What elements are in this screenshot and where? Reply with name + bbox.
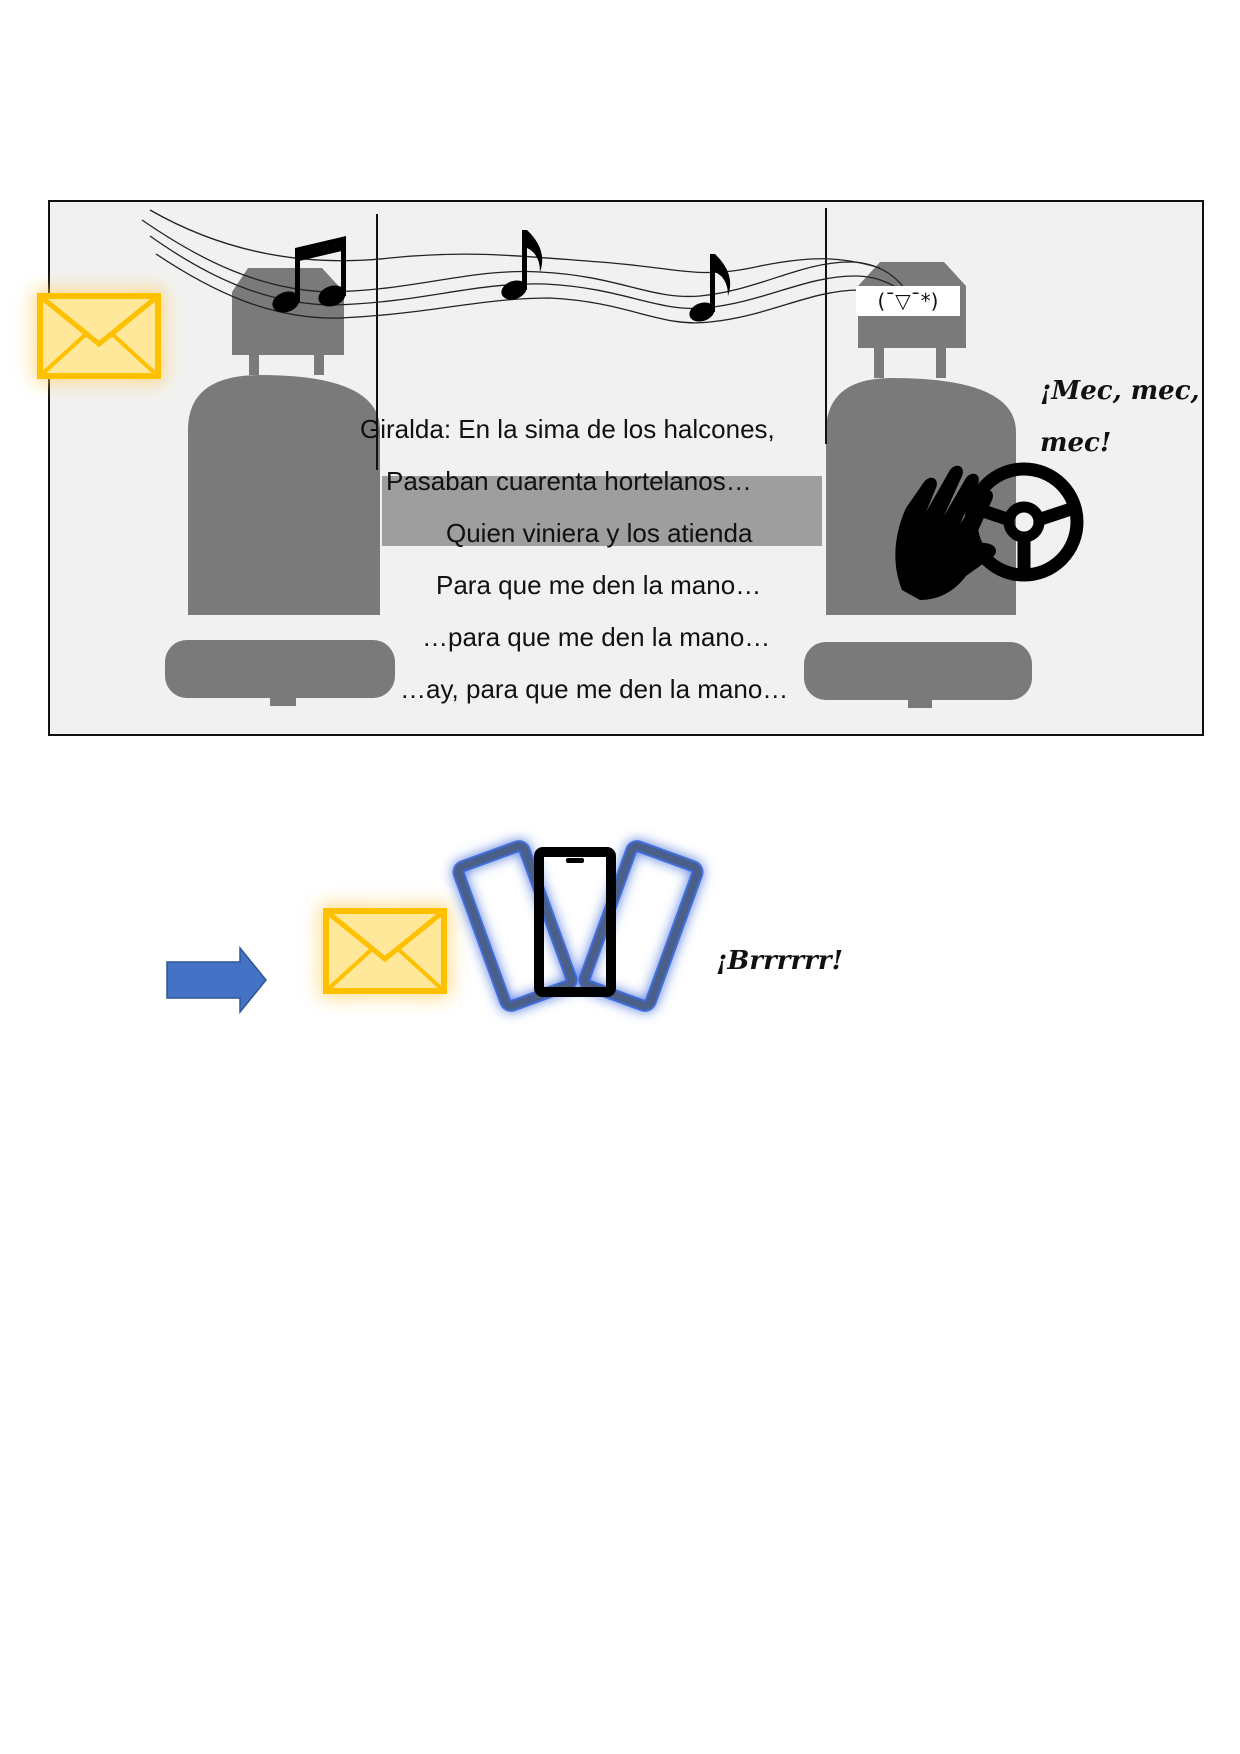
lyric-line-1: Giralda: En la sima de los halcones, — [360, 414, 775, 444]
lyric-line-6: …ay, para que me den la mano… — [400, 674, 789, 704]
left-car-seat — [165, 268, 395, 706]
face-emoticon: (¯▽¯*) — [856, 286, 960, 316]
car-scene-artwork — [37, 208, 1084, 1015]
vibration-text: ¡Brrrrrr! — [716, 946, 843, 976]
honk-text-line2: mec! — [1040, 428, 1112, 458]
right-car-seat — [804, 262, 1032, 708]
envelope-icon — [323, 908, 447, 994]
lyric-line-5: …para que me den la mano… — [422, 622, 771, 652]
honk-text-line1: ¡Mec, mec, — [1040, 376, 1200, 406]
lyric-line-3: Quien viniera y los atienda — [446, 518, 753, 548]
lyric-line-2: Pasaban cuarenta hortelanos… — [386, 466, 752, 496]
envelope-icon — [37, 293, 161, 379]
lyric-line-4: Para que me den la mano… — [436, 570, 762, 600]
right-arrow-icon — [166, 945, 267, 1015]
vibrating-phone-icon — [452, 840, 704, 1012]
